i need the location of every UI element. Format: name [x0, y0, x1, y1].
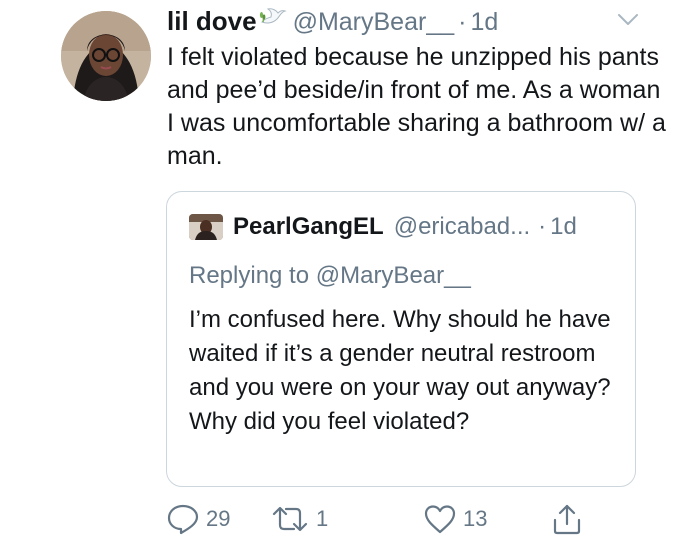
quoted-display-name: PearlGangEL [233, 213, 384, 240]
dove-emoji-icon [259, 6, 287, 30]
display-name[interactable]: lil dove [167, 6, 257, 37]
retweet-button[interactable]: 1 [270, 500, 328, 538]
share-icon [553, 504, 581, 535]
reply-count: 29 [206, 506, 231, 531]
retweet-count: 1 [316, 506, 329, 531]
share-button[interactable] [551, 500, 583, 538]
like-button[interactable]: 13 [423, 500, 487, 538]
retweet-icon [272, 506, 308, 532]
quoted-timestamp: 1d [550, 213, 577, 240]
avatar-photo [61, 11, 151, 101]
quoted-tweet-header: PearlGangEL @ericabad... · 1d [189, 213, 577, 241]
avatar[interactable] [61, 11, 151, 101]
quoted-avatar [189, 214, 223, 240]
action-bar: 29 1 13 [166, 500, 646, 540]
tweet-header: lil dove @MaryBear__ · 1d [167, 6, 498, 40]
quoted-tweet[interactable]: PearlGangEL @ericabad... · 1d Replying t… [166, 191, 636, 487]
tweet-text: I felt violated because he unzipped his … [167, 43, 666, 170]
separator-dot: · [458, 8, 467, 36]
quoted-username: @ericabad... [393, 213, 531, 240]
tweet: lil dove @MaryBear__ · 1d I felt violate… [0, 0, 700, 549]
username[interactable]: @MaryBear__ [293, 8, 455, 37]
quoted-separator-dot: · [538, 213, 547, 240]
reply-button[interactable]: 29 [166, 500, 230, 538]
like-count: 13 [463, 506, 488, 531]
replying-to: Replying to @MaryBear__ [189, 262, 471, 289]
like-icon [424, 505, 456, 534]
reply-icon [167, 504, 199, 535]
chevron-down-icon[interactable] [617, 12, 639, 28]
timestamp[interactable]: 1d [470, 8, 498, 37]
quoted-tweet-text: I’m confused here. Why should he have wa… [189, 306, 611, 435]
